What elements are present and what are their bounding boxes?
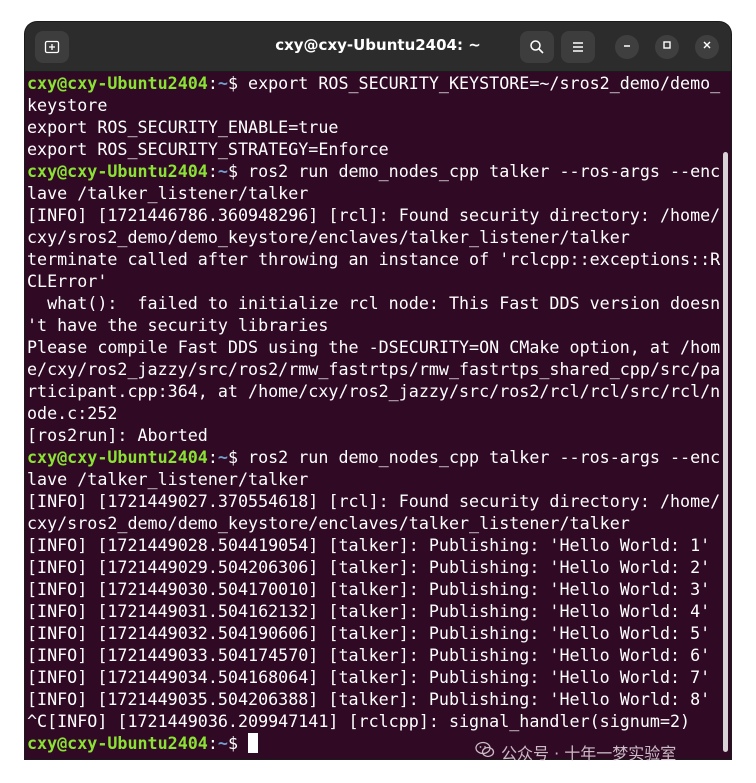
prompt-separator: : [207, 447, 218, 467]
output-line: export ROS_SECURITY_STRATEGY=Enforce [27, 138, 719, 160]
maximize-icon [661, 38, 673, 56]
hamburger-menu-icon [570, 39, 586, 55]
output-text: [INFO] [1721449031.504162132] [talker]: … [27, 601, 711, 621]
output-text: keystore [27, 95, 108, 115]
watermark-text: 公众号 · 十年一梦实验室 [501, 744, 677, 763]
close-button[interactable] [695, 35, 719, 59]
output-line: e/cxy/ros2_jazzy/src/ros2/rmw_fastrtps/r… [27, 358, 721, 380]
search-icon [529, 39, 545, 55]
output-line: cxy/sros2_demo/demo_keystore/enclaves/ta… [27, 226, 719, 248]
output-line: [INFO] [1721449027.370554618] [rcl]: Fou… [27, 490, 721, 512]
title-bar: cxy@cxy-Ubuntu2404: ~ [25, 22, 731, 72]
prompt-path: ~ [217, 733, 228, 753]
prompt-path: ~ [217, 73, 228, 93]
prompt-separator: : [207, 733, 218, 753]
prompt-symbol: $ [227, 161, 249, 181]
output-line: [INFO] [1721449035.504206388] [talker]: … [27, 688, 719, 710]
output-text: lave /talker_listener/talker [27, 469, 309, 489]
output-text: [INFO] [1721449035.504206388] [talker]: … [27, 689, 711, 709]
output-text: [ros2run]: Aborted [27, 425, 208, 445]
minimize-icon [621, 38, 633, 56]
output-text: cxy/sros2_demo/demo_keystore/enclaves/ta… [27, 227, 630, 247]
output-text: cxy/sros2_demo/demo_keystore/enclaves/ta… [27, 513, 630, 533]
output-line: what(): failed to initialize rcl node: T… [27, 292, 721, 314]
output-text: lave /talker_listener/talker [27, 183, 309, 203]
output-text: [INFO] [1721449028.504419054] [talker]: … [27, 535, 711, 555]
prompt-path: ~ [217, 161, 228, 181]
output-text: [INFO] [1721449032.504190606] [talker]: … [27, 623, 711, 643]
prompt-separator: : [207, 73, 218, 93]
output-line: Please compile Fast DDS using the -DSECU… [27, 336, 721, 358]
terminal-window: cxy@cxy-Ubuntu2404: ~ cxy@cxy-Ubuntu2404… [25, 22, 731, 759]
output-line: [INFO] [1721449028.504419054] [talker]: … [27, 534, 719, 556]
output-line: CLError' [27, 270, 719, 292]
prompt-path: ~ [217, 447, 228, 467]
command-text: ros2 run demo_nodes_cpp talker --ros-arg… [248, 447, 721, 467]
search-button[interactable] [520, 31, 554, 63]
scrollbar[interactable] [723, 152, 728, 752]
output-text: Please compile Fast DDS using the -DSECU… [27, 337, 721, 357]
output-line: [ros2run]: Aborted [27, 424, 719, 446]
output-line: [INFO] [1721449030.504170010] [talker]: … [27, 578, 719, 600]
output-text: what(): failed to initialize rcl node: T… [27, 293, 721, 313]
prompt-line: cxy@cxy-Ubuntu2404:~$ ros2 run demo_node… [27, 160, 721, 182]
output-text: ^C[INFO] [1721449036.209947141] [rclcpp]… [27, 711, 691, 731]
prompt-symbol: $ [227, 73, 249, 93]
output-text: 't have the security libraries [27, 315, 329, 335]
output-text: [INFO] [1721449027.370554618] [rcl]: Fou… [27, 491, 721, 511]
output-line: export ROS_SECURITY_ENABLE=true [27, 116, 719, 138]
output-text: export ROS_SECURITY_ENABLE=true [27, 117, 339, 137]
output-line: [INFO] [1721449034.504168064] [talker]: … [27, 666, 719, 688]
output-text: e/cxy/ros2_jazzy/src/ros2/rmw_fastrtps/r… [27, 359, 721, 379]
output-text: CLError' [27, 271, 108, 291]
output-line: ^C[INFO] [1721449036.209947141] [rclcpp]… [27, 710, 719, 732]
prompt-line: cxy@cxy-Ubuntu2404:~$ ros2 run demo_node… [27, 446, 721, 468]
watermark: 公众号 · 十年一梦实验室 [475, 740, 676, 764]
output-line: [INFO] [1721446786.360948296] [rcl]: Fou… [27, 204, 721, 226]
output-line: [INFO] [1721449033.504174570] [talker]: … [27, 644, 719, 666]
output-line: lave /talker_listener/talker [27, 182, 719, 204]
text-cursor [248, 733, 259, 753]
output-text: [INFO] [1721449033.504174570] [talker]: … [27, 645, 711, 665]
output-line: cxy/sros2_demo/demo_keystore/enclaves/ta… [27, 512, 719, 534]
output-text: [INFO] [1721449029.504206306] [talker]: … [27, 557, 711, 577]
output-line: rticipant.cpp:364, at /home/cxy/ros2_jaz… [27, 380, 721, 402]
prompt-user-host: cxy@cxy-Ubuntu2404 [27, 733, 208, 753]
menu-button[interactable] [561, 31, 595, 63]
output-line: [INFO] [1721449029.504206306] [talker]: … [27, 556, 719, 578]
terminal-output[interactable]: cxy@cxy-Ubuntu2404:~$ export ROS_SECURIT… [27, 72, 721, 759]
output-text: [INFO] [1721449030.504170010] [talker]: … [27, 579, 711, 599]
output-text: export ROS_SECURITY_STRATEGY=Enforce [27, 139, 389, 159]
output-text: ode.c:252 [27, 403, 118, 423]
output-line: ode.c:252 [27, 402, 719, 424]
output-line: [INFO] [1721449032.504190606] [talker]: … [27, 622, 719, 644]
prompt-user-host: cxy@cxy-Ubuntu2404 [27, 73, 208, 93]
minimize-button[interactable] [615, 35, 639, 59]
output-line: terminate called after throwing an insta… [27, 248, 721, 270]
prompt-separator: : [207, 161, 218, 181]
prompt-symbol: $ [227, 733, 249, 753]
wechat-icon [475, 741, 495, 763]
command-text: export ROS_SECURITY_KEYSTORE=~/sros2_dem… [248, 73, 721, 93]
output-line: 't have the security libraries [27, 314, 719, 336]
output-text: [INFO] [1721446786.360948296] [rcl]: Fou… [27, 205, 721, 225]
output-text: rticipant.cpp:364, at /home/cxy/ros2_jaz… [27, 381, 721, 401]
command-text: ros2 run demo_nodes_cpp talker --ros-arg… [248, 161, 721, 181]
prompt-symbol: $ [227, 447, 249, 467]
output-text: [INFO] [1721449034.504168064] [talker]: … [27, 667, 711, 687]
output-line: lave /talker_listener/talker [27, 468, 719, 490]
maximize-button[interactable] [655, 35, 679, 59]
prompt-line: cxy@cxy-Ubuntu2404:~$ export ROS_SECURIT… [27, 72, 721, 94]
close-icon [701, 38, 713, 56]
prompt-user-host: cxy@cxy-Ubuntu2404 [27, 447, 208, 467]
prompt-user-host: cxy@cxy-Ubuntu2404 [27, 161, 208, 181]
output-line: keystore [27, 94, 719, 116]
output-text: terminate called after throwing an insta… [27, 249, 721, 269]
output-line: [INFO] [1721449031.504162132] [talker]: … [27, 600, 719, 622]
